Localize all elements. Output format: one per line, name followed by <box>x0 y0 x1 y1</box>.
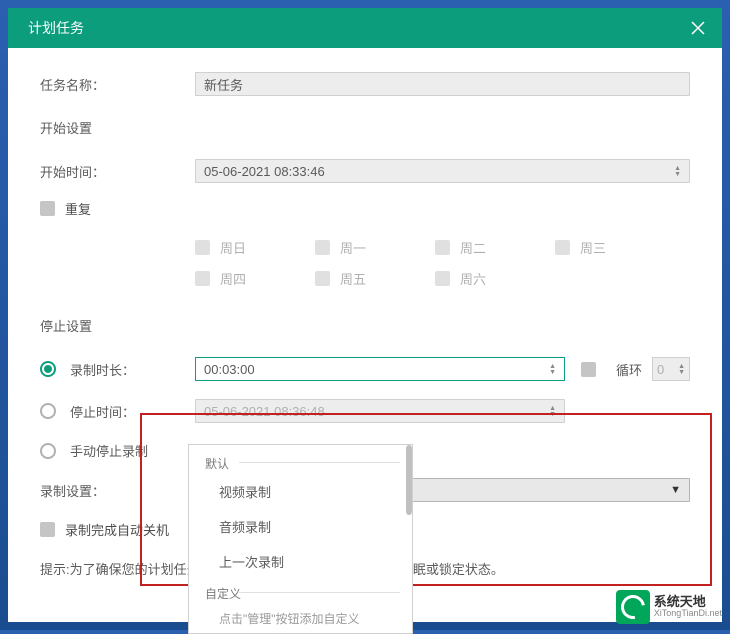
dropdown-group-custom: 自定义 <box>189 579 412 604</box>
stop-time-row: 停止时间： 05-06-2021 08:36:48 ▲▼ <box>40 399 690 423</box>
start-time-input[interactable]: 05-06-2021 08:33:46 ▲▼ <box>195 159 690 183</box>
loop-value: 0 <box>657 362 664 377</box>
stop-section-title: 停止设置 <box>40 316 690 335</box>
day-sat[interactable]: 周六 <box>435 269 555 288</box>
days-grid: 周日 周一 周二 周三 周四 周五 周六 <box>195 238 690 288</box>
watermark-logo-icon <box>616 590 650 624</box>
start-time-value: 05-06-2021 08:33:46 <box>204 164 325 179</box>
repeat-row: 重复 <box>40 199 690 218</box>
watermark: 系统天地 XiTongTianDi.net <box>616 590 722 624</box>
duration-label: 录制时长： <box>70 360 195 379</box>
start-time-label: 开始时间： <box>40 162 195 181</box>
record-settings-label: 录制设置： <box>40 481 195 500</box>
duration-spinner[interactable]: ▲▼ <box>549 364 556 375</box>
task-name-row: 任务名称： <box>40 72 690 96</box>
loop-spinner[interactable]: ▲▼ <box>678 364 685 375</box>
duration-radio[interactable] <box>40 361 56 377</box>
titlebar: 计划任务 <box>8 8 722 48</box>
day-wed[interactable]: 周三 <box>555 238 675 257</box>
stop-time-spinner: ▲▼ <box>549 406 556 417</box>
dropdown-item-last[interactable]: 上一次录制 <box>189 544 412 579</box>
close-icon <box>691 21 705 35</box>
day-sat-checkbox[interactable] <box>435 271 450 286</box>
dropdown-item-video[interactable]: 视频录制 <box>189 474 412 509</box>
repeat-label: 重复 <box>65 199 91 218</box>
start-time-row: 开始时间： 05-06-2021 08:33:46 ▲▼ <box>40 159 690 183</box>
day-tue[interactable]: 周二 <box>435 238 555 257</box>
dropdown-item-audio[interactable]: 音频录制 <box>189 509 412 544</box>
day-sun-checkbox[interactable] <box>195 240 210 255</box>
manual-stop-radio[interactable] <box>40 443 56 459</box>
loop-label: 循环 <box>616 360 642 379</box>
dialog-title: 计划任务 <box>28 18 84 38</box>
auto-shutdown-label: 录制完成自动关机 <box>65 520 169 539</box>
loop-checkbox[interactable] <box>581 362 596 377</box>
start-time-spinner[interactable]: ▲▼ <box>674 166 681 177</box>
manual-stop-label: 手动停止录制 <box>70 441 195 460</box>
dropdown-hint: 点击"管理"按钮添加自定义 <box>189 604 412 631</box>
stop-time-input: 05-06-2021 08:36:48 ▲▼ <box>195 399 565 423</box>
day-mon[interactable]: 周一 <box>315 238 435 257</box>
day-wed-checkbox[interactable] <box>555 240 570 255</box>
loop-input[interactable]: 0 ▲▼ <box>652 357 690 381</box>
day-tue-checkbox[interactable] <box>435 240 450 255</box>
close-button[interactable] <box>690 20 706 36</box>
stop-time-radio[interactable] <box>40 403 56 419</box>
day-mon-checkbox[interactable] <box>315 240 330 255</box>
stop-time-value: 05-06-2021 08:36:48 <box>204 404 325 419</box>
stop-time-label: 停止时间： <box>70 402 195 421</box>
day-fri-checkbox[interactable] <box>315 271 330 286</box>
day-sun[interactable]: 周日 <box>195 238 315 257</box>
duration-row: 录制时长： 00:03:00 ▲▼ 循环 0 ▲▼ <box>40 357 690 381</box>
dropdown-group-default: 默认 <box>189 449 412 474</box>
day-thu[interactable]: 周四 <box>195 269 315 288</box>
start-section-title: 开始设置 <box>40 118 690 137</box>
duration-value: 00:03:00 <box>204 362 255 377</box>
day-fri[interactable]: 周五 <box>315 269 435 288</box>
auto-shutdown-checkbox[interactable] <box>40 522 55 537</box>
duration-input[interactable]: 00:03:00 ▲▼ <box>195 357 565 381</box>
chevron-down-icon: ▼ <box>670 484 681 496</box>
day-thu-checkbox[interactable] <box>195 271 210 286</box>
repeat-checkbox[interactable] <box>40 201 55 216</box>
record-type-dropdown[interactable]: 默认 视频录制 音频录制 上一次录制 自定义 点击"管理"按钮添加自定义 <box>188 444 413 634</box>
task-name-label: 任务名称： <box>40 75 195 94</box>
task-name-input[interactable] <box>195 72 690 96</box>
loop-group: 循环 0 ▲▼ <box>581 357 690 381</box>
watermark-text: 系统天地 XiTongTianDi.net <box>654 595 722 619</box>
